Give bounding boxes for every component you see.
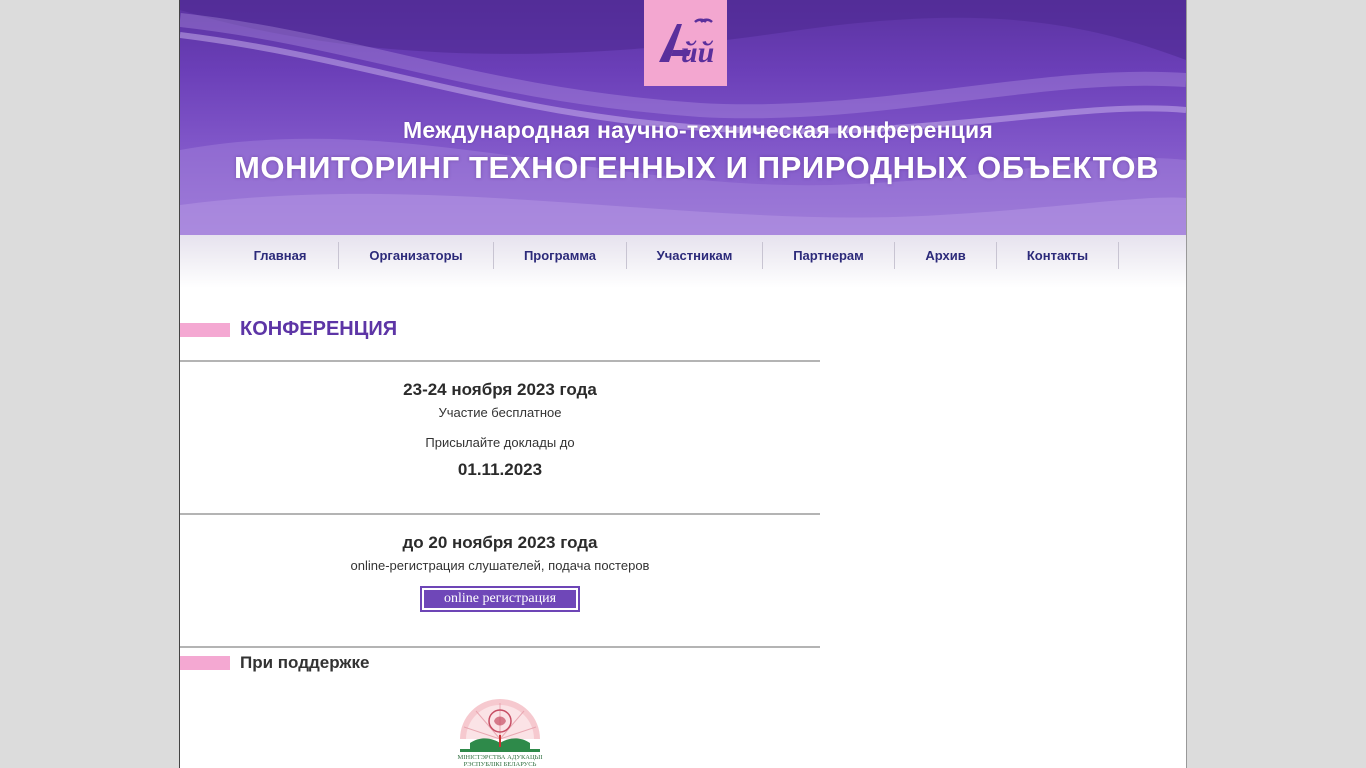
emblem-line-1: МІНІСТЭРСТВА АДУКАЦЫІ	[457, 754, 542, 761]
registration-description: online-регистрация слушателей, подача по…	[350, 558, 650, 573]
emblem-line-2: РЭСПУБЛІКІ БЕЛАРУСЬ	[464, 761, 537, 768]
online-registration-button[interactable]: online регистрация	[420, 586, 580, 612]
divider	[180, 646, 820, 648]
divider	[180, 513, 820, 515]
header-banner: йй Международная научно-техническая конф…	[180, 0, 1186, 235]
papers-deadline: 01.11.2023	[457, 460, 543, 479]
nav-item-participants[interactable]: Участникам	[627, 242, 763, 269]
heading-marker	[180, 322, 230, 337]
online-registration-button-label: online регистрация	[424, 590, 576, 608]
ministry-of-education-logo[interactable]: МІНІСТЭРСТВА АДУКАЦЫІ РЭСПУБЛІКІ БЕЛАРУС…	[456, 697, 544, 768]
conference-dates: 23-24 ноября 2023 года	[403, 380, 597, 399]
ministry-emblem-icon: МІНІСТЭРСТВА АДУКАЦЫІ РЭСПУБЛІКІ БЕЛАРУС…	[457, 699, 543, 768]
svg-text:йй: йй	[681, 36, 714, 68]
main-nav: Главная Организаторы Программа Участника…	[180, 235, 1186, 288]
page-container: йй Международная научно-техническая конф…	[179, 0, 1187, 768]
nav-item-home[interactable]: Главная	[222, 242, 339, 269]
registration-date: до 20 ноября 2023 года	[402, 533, 598, 552]
conference-heading: КОНФЕРЕНЦИЯ	[180, 318, 397, 341]
heading-marker	[180, 656, 230, 670]
registration-block: до 20 ноября 2023 года online-регистраци…	[180, 533, 820, 573]
banner-title: МОНИТОРИНГ ТЕХНОГЕННЫХ И ПРИРОДНЫХ ОБЪЕК…	[234, 150, 1160, 185]
send-papers-label: Присылайте доклады до	[425, 435, 575, 450]
support-heading-text: При поддержке	[240, 653, 370, 672]
divider	[180, 360, 820, 362]
conference-dates-block: 23-24 ноября 2023 года Участие бесплатно…	[180, 380, 820, 480]
nav-item-contacts[interactable]: Контакты	[997, 242, 1119, 269]
nav-item-organizers[interactable]: Организаторы	[339, 242, 494, 269]
logo-mark: йй	[658, 18, 714, 68]
free-participation: Участие бесплатное	[438, 405, 562, 420]
banner-subtitle: Международная научно-техническая конфере…	[403, 117, 993, 143]
conference-heading-text: КОНФЕРЕНЦИЯ	[240, 318, 398, 340]
conference-logo[interactable]: йй	[644, 0, 727, 86]
nav-item-partners[interactable]: Партнерам	[763, 242, 895, 269]
support-heading: При поддержке	[180, 653, 369, 673]
nav-item-archive[interactable]: Архив	[895, 242, 997, 269]
nav-item-program[interactable]: Программа	[494, 242, 627, 269]
